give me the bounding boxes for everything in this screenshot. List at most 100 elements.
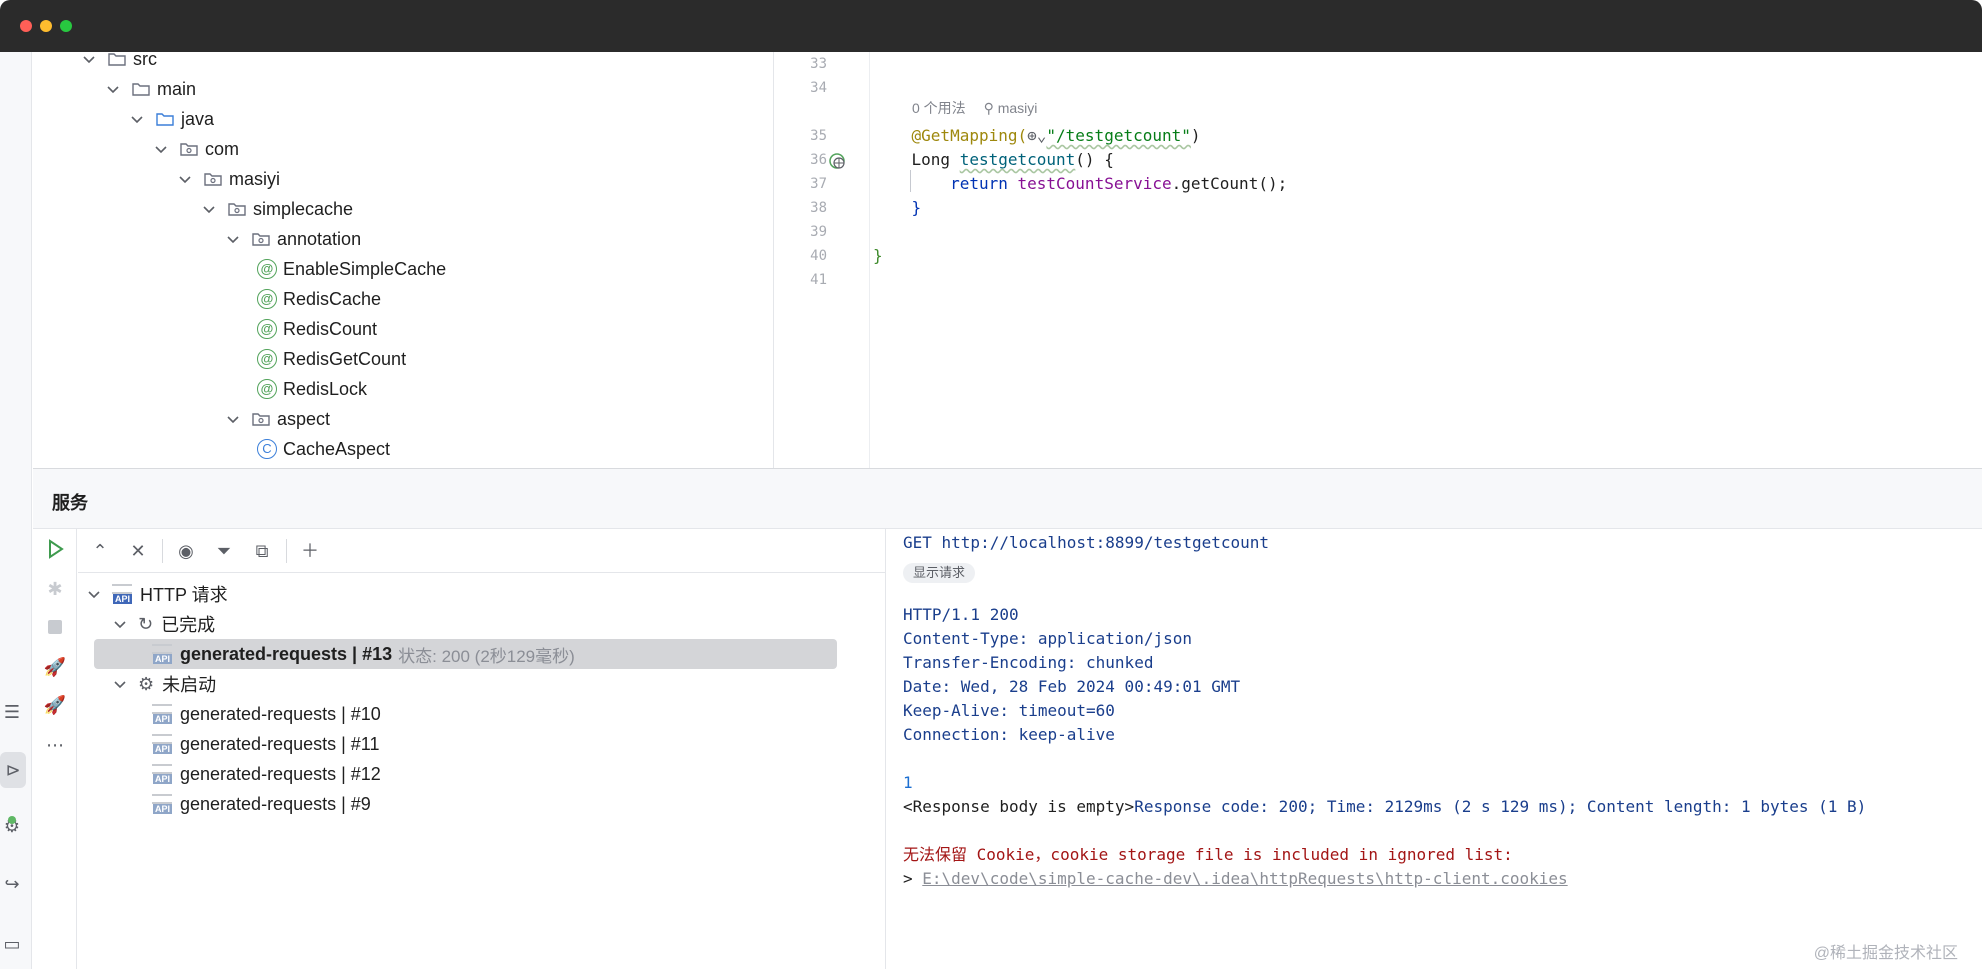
annotation-token: @GetMapping( (911, 126, 1028, 145)
paren-token: ) (1190, 126, 1201, 145)
chevron-down-icon[interactable] (225, 411, 241, 427)
completed-group[interactable]: ↻ 已完成 (112, 609, 215, 639)
deploy-debug-icon[interactable]: 🚀 (43, 693, 67, 717)
brace-token: } (911, 198, 922, 217)
tree-item-label: CacheAspect (283, 438, 391, 459)
code-editor[interactable]: 33 34 35 36 37 38 39 40 41 0 个用法 ⚲ masiy… (775, 52, 1982, 468)
close-window-button[interactable] (20, 20, 32, 32)
tree-item-src[interactable]: src (81, 52, 157, 74)
cookie-path-line: > E:\dev\code\simple-cache-dev\.idea\htt… (903, 867, 1568, 891)
filter-icon[interactable]: ⏷ (212, 539, 236, 563)
code-line-36[interactable]: Long testgetcount() { (873, 148, 1114, 172)
collapse-all-icon[interactable]: ✕ (126, 539, 150, 563)
tree-item-label: java (181, 108, 215, 129)
status-dot-icon (8, 816, 16, 824)
request-row[interactable]: API generated-requests | #9 (152, 789, 371, 819)
package-icon (251, 229, 271, 249)
api-icon: API (152, 704, 173, 724)
code-line-38[interactable]: } (873, 196, 922, 220)
chevron-down-icon[interactable] (153, 141, 169, 157)
expand-all-icon[interactable]: ⌃ (88, 539, 112, 563)
left-tool-strip: ☰ ⊳ ⚙ ↪ ▭ (0, 52, 32, 969)
request-name: generated-requests | #10 (180, 703, 381, 724)
request-row-selected[interactable]: API generated-requests | #13 状态: 200 (2秒… (94, 639, 837, 669)
minimize-window-button[interactable] (40, 20, 52, 32)
response-output[interactable]: GET http://localhost:8899/testgetcount 显… (887, 529, 1982, 969)
show-request-button[interactable]: 显示请求 (903, 563, 976, 583)
chevron-down-icon[interactable] (177, 171, 193, 187)
tree-item-com[interactable]: com (153, 134, 239, 164)
indent-guide (910, 170, 911, 192)
request-row[interactable]: API generated-requests | #10 (152, 699, 381, 729)
chevron-down-icon[interactable] (201, 201, 217, 217)
tree-item-label: EnableSimpleCache (283, 258, 447, 279)
chevron-down-icon[interactable] (112, 676, 128, 692)
tree-item-annotation[interactable]: annotation (225, 224, 361, 254)
tree-item-enablesimplecache[interactable]: @ EnableSimpleCache (257, 254, 446, 284)
more-icon[interactable]: ⋯ (43, 733, 67, 757)
line-number: 37 (810, 176, 827, 192)
not-started-group[interactable]: ⚙ 未启动 (112, 669, 216, 699)
add-service-icon[interactable]: ＋ (298, 539, 322, 563)
tree-item-rediscache[interactable]: @ RedisCache (257, 284, 381, 314)
new-group-icon[interactable]: ⧉ (250, 539, 274, 563)
annotation-icon: @ (257, 319, 277, 339)
code-line-35[interactable]: @GetMapping(⊕⌄"/testgetcount") (873, 124, 1201, 148)
terminal-icon[interactable]: ▭ (0, 932, 24, 956)
tree-item-aspect[interactable]: aspect (225, 404, 330, 434)
tree-item-masiyi[interactable]: masiyi (177, 164, 280, 194)
request-row[interactable]: API generated-requests | #12 (152, 759, 381, 789)
tree-item-redisgetcount[interactable]: @ RedisGetCount (257, 344, 406, 374)
line-number: 34 (810, 80, 827, 96)
tree-item-main[interactable]: main (105, 74, 196, 104)
type-token: Long (911, 150, 960, 169)
cookie-warning: 无法保留 Cookie，cookie storage file is inclu… (903, 845, 1513, 864)
code-line-37[interactable]: return testCountService.getCount(); (873, 172, 1287, 196)
response-header: Content-Type: application/json (903, 629, 1192, 648)
cookie-prefix: > (903, 869, 923, 888)
chevron-down-icon[interactable] (81, 52, 97, 67)
line-number: 35 (810, 128, 827, 144)
watermark: @稀土掘金技术社区 (1813, 945, 1958, 962)
endpoint-globe-icon[interactable] (827, 151, 847, 175)
api-icon: API (152, 734, 173, 754)
tree-item-label: RedisCache (283, 288, 382, 309)
chevron-down-icon[interactable] (129, 111, 145, 127)
services-side-toolbar: ✱ 🚀 🚀 ⋯ (33, 529, 77, 969)
debug-icon[interactable]: ✱ (43, 577, 67, 601)
chevron-down-icon[interactable] (225, 231, 241, 247)
request-row[interactable]: API generated-requests | #11 (152, 729, 379, 759)
zoom-window-button[interactable] (60, 20, 72, 32)
brace-token: } (873, 246, 883, 265)
tree-item-cacheaspect[interactable]: C CacheAspect (257, 434, 390, 464)
git-icon[interactable]: ↪ (0, 872, 24, 896)
show-icon[interactable]: ◉ (174, 539, 198, 563)
code-line-40[interactable]: } (873, 244, 883, 268)
author-hint[interactable]: masiyi (998, 100, 1038, 116)
line-number: 33 (810, 56, 827, 72)
request-name: generated-requests | #11 (180, 733, 380, 754)
usages-hint[interactable]: 0 个用法 (912, 100, 966, 116)
chevron-down-icon[interactable] (112, 616, 128, 632)
deploy-icon[interactable]: 🚀 (43, 655, 67, 679)
http-requests-root[interactable]: API HTTP 请求 (86, 579, 228, 609)
string-token: "/testgetcount" (1046, 126, 1191, 145)
tree-item-java[interactable]: java (129, 104, 214, 134)
cookie-file-link[interactable]: E:\dev\code\simple-cache-dev\.idea\httpR… (922, 869, 1567, 888)
response-summary-line: <Response body is empty>Response code: 2… (903, 795, 1866, 819)
request-line[interactable]: GET http://localhost:8899/testgetcount (903, 531, 1269, 555)
run-icon[interactable] (43, 537, 67, 561)
not-started-label: 未启动 (162, 675, 217, 695)
stop-icon[interactable] (43, 615, 67, 639)
inlay-hint[interactable]: 0 个用法 ⚲ masiyi (912, 98, 1037, 118)
line-number: 41 (810, 272, 827, 288)
request-name: generated-requests | #12 (180, 763, 381, 784)
chevron-down-icon[interactable] (86, 586, 102, 602)
url-globe-icon[interactable]: ⊕⌄ (1027, 126, 1046, 145)
chevron-down-icon[interactable] (105, 81, 121, 97)
tree-item-redislock[interactable]: @ RedisLock (257, 374, 367, 404)
services-tool-icon[interactable]: ⊳ (0, 752, 26, 788)
tree-item-rediscount[interactable]: @ RedisCount (257, 314, 377, 344)
structure-icon[interactable]: ☰ (0, 700, 24, 724)
tree-item-simplecache[interactable]: simplecache (201, 194, 353, 224)
